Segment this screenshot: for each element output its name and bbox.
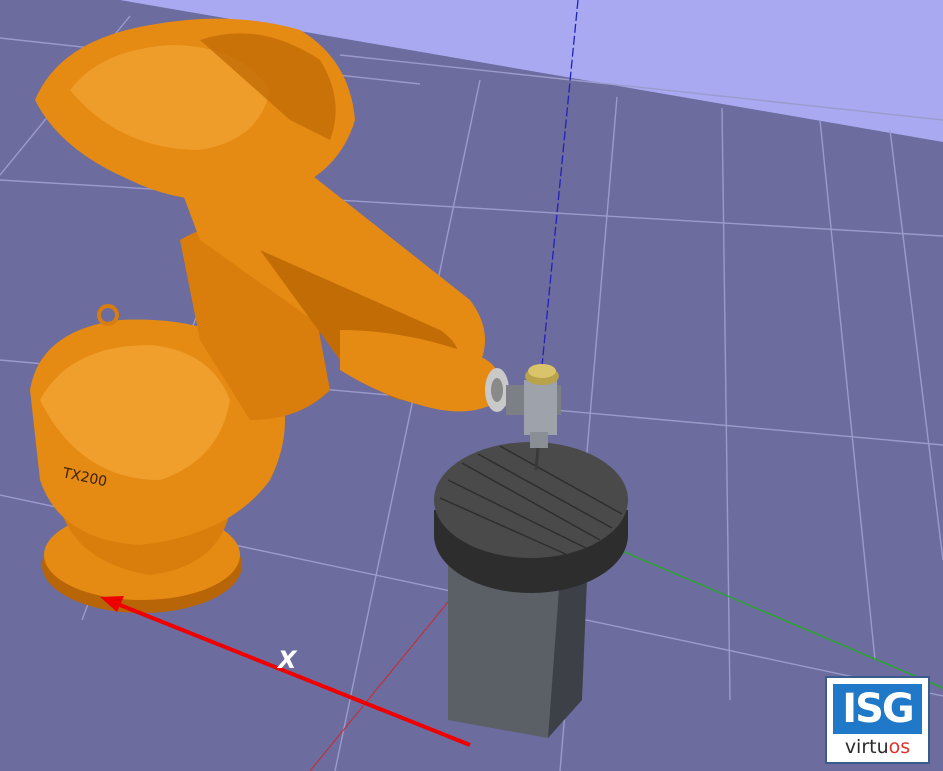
logo-word-accent: os — [888, 736, 911, 758]
3d-viewport[interactable]: TX200 X — [0, 0, 943, 771]
tool-bit — [534, 447, 540, 471]
rotary-table[interactable] — [434, 442, 628, 593]
logo-wordmark: virtuos — [827, 736, 928, 758]
logo-brand-mark: ISG — [833, 684, 922, 734]
x-axis-label: X — [276, 646, 298, 674]
isg-virtuos-logo: ISG virtuos — [825, 676, 930, 764]
logo-word-part: virtu — [844, 736, 889, 758]
